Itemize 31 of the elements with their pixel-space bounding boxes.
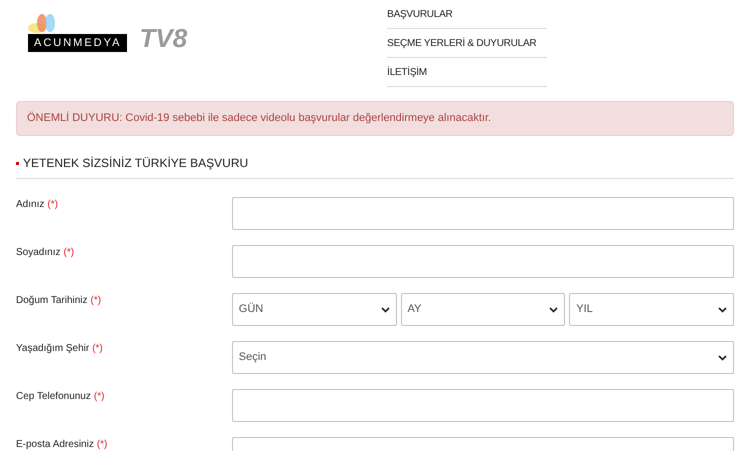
field-label: Cep Telefonunuz	[16, 391, 91, 403]
input-field[interactable]	[232, 245, 734, 278]
nav-link[interactable]: SEÇME YERLERİ & DUYURULAR	[387, 29, 548, 58]
tv8-logo: TV8	[139, 25, 188, 51]
chevron-down-icon	[718, 306, 727, 312]
required-mark: (*)	[92, 343, 103, 355]
field-label: Doğum Tarihiniz	[16, 295, 88, 307]
chevron-down-icon	[549, 306, 558, 312]
required-mark: (*)	[94, 391, 104, 403]
field-label: E-posta Adresiniz	[16, 439, 94, 451]
section-title: YETENEK SİZSİNİZ TÜRKİYE BAŞVURU	[23, 155, 248, 172]
required-mark: (*)	[96, 439, 108, 451]
required-mark: (*)	[90, 295, 102, 307]
field-label: Soyadınız	[16, 247, 60, 259]
required-mark: (*)	[63, 247, 74, 259]
input-field[interactable]	[232, 197, 734, 230]
field-label: Adınız	[16, 199, 44, 211]
bullet-icon	[16, 162, 19, 164]
announcement-alert: ÖNEMLİ DUYURU: Covid-19 sebebi ile sadece videolu başvurular değerlendirmeye alınacaktır.	[16, 101, 734, 136]
dropdown[interactable]: YIL	[569, 293, 734, 326]
dropdown[interactable]: GÜN	[232, 293, 397, 326]
acunmedya-logo: ACUNMEDYA	[28, 34, 128, 52]
field-label: Yaşadığım Şehir	[16, 343, 90, 355]
chevron-down-icon	[718, 354, 727, 360]
chevron-down-icon	[380, 306, 390, 312]
dropdown[interactable]: AY	[400, 293, 566, 326]
required-mark: (*)	[47, 199, 58, 211]
nav-link[interactable]: İLETİŞİM	[387, 58, 548, 87]
nav-link[interactable]: BAŞVURULAR	[387, 0, 548, 29]
dropdown[interactable]: Seçin	[232, 341, 734, 374]
input-field[interactable]	[232, 389, 734, 422]
